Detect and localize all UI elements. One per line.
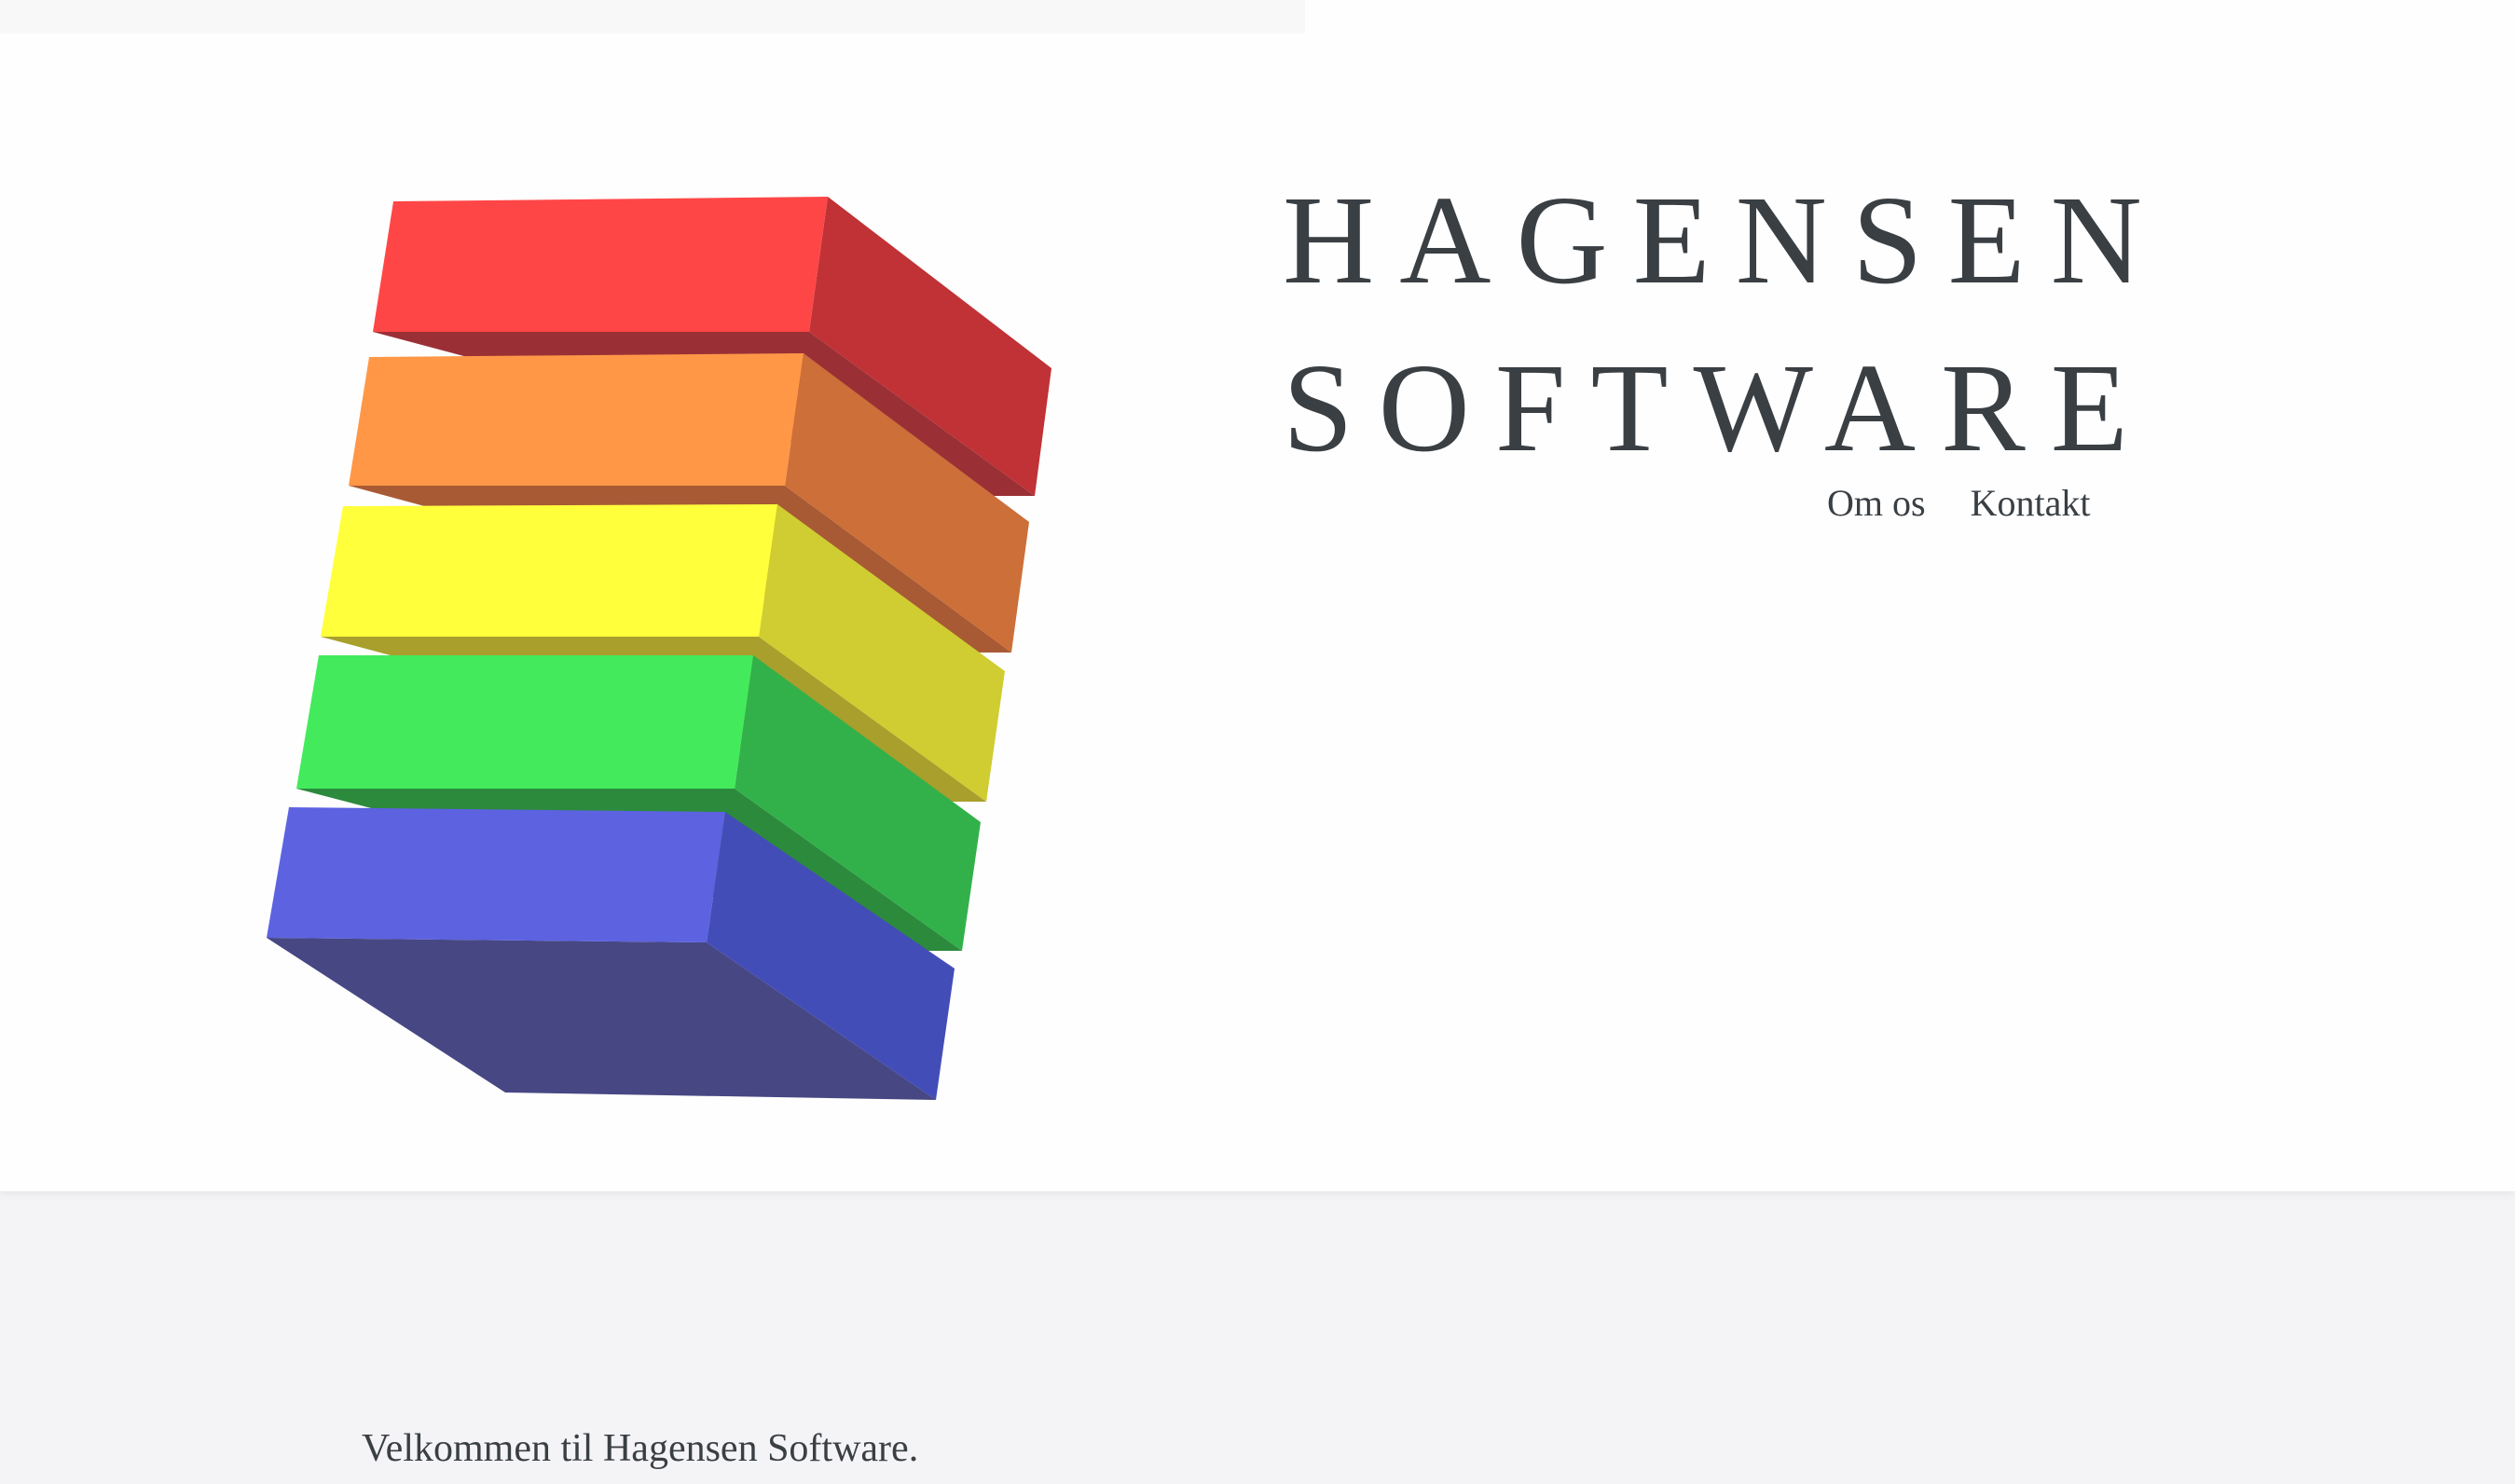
brand-title[interactable]: HAGENSEN SOFTWARE [1283,157,2178,492]
nav-link-om-os[interactable]: Om os [1827,481,1926,525]
nav-link-kontakt[interactable]: Kontakt [1971,481,2091,525]
logo-layer-green-front [296,655,753,789]
brand-title-line-1: HAGENSEN [1283,171,2167,310]
top-strip [0,0,1305,34]
rainbow-stacked-blocks-icon [267,197,1051,1100]
welcome-text: Velkommen til Hagensen Software. [362,1427,919,1470]
logo-layer-orange-front [349,353,804,486]
logo[interactable] [252,186,1063,1109]
logo-layer-red-front [373,197,828,332]
logo-layer-blue-front [267,807,725,942]
logo-layer-yellow-front [321,504,777,637]
site-header: HAGENSEN SOFTWARE Om os Kontakt [0,0,2515,1191]
brand-title-line-2: SOFTWARE [1283,338,2153,478]
main-nav: Om os Kontakt [1827,481,2090,525]
